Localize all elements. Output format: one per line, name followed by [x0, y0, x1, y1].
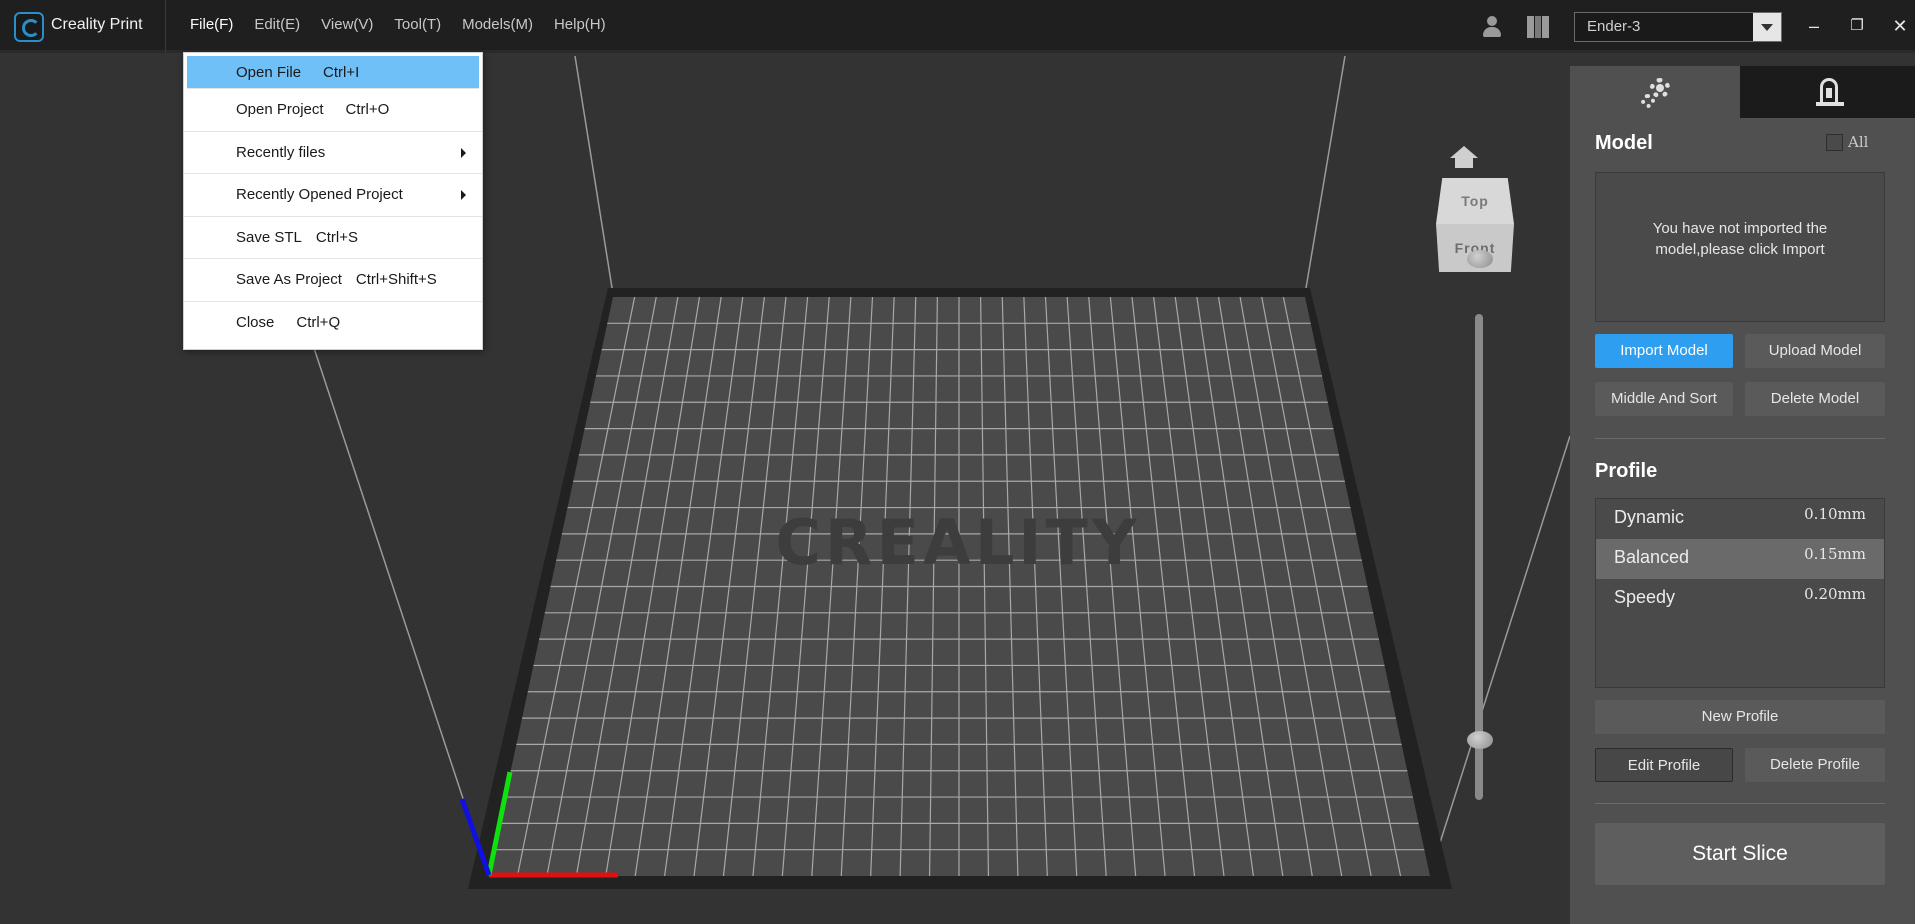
empty-model-message-line2: model,please click Import	[1655, 241, 1825, 258]
menu-item-shortcut: Ctrl+S	[315, 228, 358, 246]
tab-settings[interactable]	[1570, 66, 1740, 118]
creality-logo-icon	[14, 12, 44, 42]
volume-edge-back-left	[574, 56, 614, 295]
gear-icon	[1640, 76, 1674, 110]
menu-item-recently-opened-project[interactable]: Recently Opened Project	[184, 174, 482, 217]
menu-item-label: Open File	[236, 64, 302, 81]
right-panel: Model All You have not imported the mode…	[1570, 66, 1915, 924]
profile-list: Dynamic 0.10mm Balanced 0.15mm Speedy 0.…	[1595, 498, 1885, 688]
menu-item-label: Save As Project	[236, 271, 342, 288]
tab-printer[interactable]	[1740, 66, 1915, 118]
profile-name: Speedy	[1614, 587, 1676, 607]
profile-name: Dynamic	[1614, 507, 1685, 527]
home-view-icon[interactable]	[1450, 146, 1478, 170]
menu-item-save-as-project[interactable]: Save As Project Ctrl+Shift+S	[184, 259, 482, 302]
minimize-button[interactable]: –	[1802, 14, 1826, 38]
user-icon[interactable]	[1481, 16, 1503, 38]
map-icon[interactable]	[1527, 16, 1550, 38]
menu-item-open-file[interactable]: Open File Ctrl+I	[187, 56, 479, 89]
menu-edit[interactable]: Edit(E)	[254, 16, 300, 33]
layer-slider-track[interactable]	[1475, 314, 1483, 800]
select-all-label: All	[1848, 133, 1869, 151]
menu-tool[interactable]: Tool(T)	[394, 16, 441, 33]
menu-item-label: Recently files	[236, 143, 326, 161]
layer-slider-bottom-handle[interactable]	[1467, 731, 1493, 749]
printer-select[interactable]: Ender-3	[1574, 12, 1782, 42]
new-profile-button[interactable]: New Profile	[1595, 700, 1885, 734]
file-menu-dropdown: Open File Ctrl+I Open Project Ctrl+O Recen…	[183, 52, 483, 350]
menu-view[interactable]: View(V)	[321, 16, 373, 33]
volume-edge-front-left	[309, 335, 489, 875]
volume-edge-back-right	[1304, 56, 1346, 295]
edit-profile-button[interactable]: Edit Profile	[1595, 748, 1733, 782]
submenu-arrow-icon	[461, 190, 466, 200]
menu-item-recently-files[interactable]: Recently files	[184, 132, 482, 174]
bed-watermark: CREALITY	[775, 506, 1140, 579]
empty-model-message-line1: You have not imported the	[1652, 220, 1828, 237]
menu-item-shortcut: Ctrl+I	[323, 64, 360, 81]
panel-divider	[1595, 803, 1885, 804]
profile-layer-height: 0.20mm	[1804, 585, 1866, 603]
profile-name: Balanced	[1614, 547, 1690, 567]
profile-item-balanced[interactable]: Balanced 0.15mm	[1596, 539, 1884, 579]
menu-models[interactable]: Models(M)	[462, 16, 533, 33]
delete-profile-button[interactable]: Delete Profile	[1745, 748, 1885, 782]
menu-file[interactable]: File(F)	[190, 16, 233, 33]
menu-item-label: Save STL	[236, 228, 302, 246]
submenu-arrow-icon	[461, 147, 466, 158]
import-model-button[interactable]: Import Model	[1595, 334, 1733, 368]
menu-item-save-stl[interactable]: Save STL Ctrl+S	[184, 217, 482, 259]
title-separator	[165, 0, 166, 53]
model-section-title: Model	[1595, 132, 1653, 154]
middle-and-sort-button[interactable]: Middle And Sort	[1595, 382, 1733, 416]
model-list: You have not imported the model,please c…	[1595, 172, 1885, 322]
menu-item-close[interactable]: Close Ctrl+Q	[184, 302, 482, 345]
profile-item-speedy[interactable]: Speedy 0.20mm	[1596, 579, 1884, 619]
menu-item-label: Close	[236, 313, 275, 331]
menu-item-shortcut: Ctrl+Q	[296, 313, 341, 331]
menu-item-shortcut: Ctrl+Shift+S	[355, 271, 437, 288]
menu-item-open-project[interactable]: Open Project Ctrl+O	[184, 89, 482, 132]
printer-select-value: Ender-3	[1587, 18, 1641, 35]
app-window: Creality Print File(F) Edit(E) View(V) T…	[0, 0, 1915, 924]
delete-model-button[interactable]: Delete Model	[1745, 382, 1885, 416]
panel-divider	[1595, 438, 1885, 439]
printer-icon	[1816, 78, 1844, 106]
select-all-checkbox[interactable]	[1826, 134, 1843, 151]
menu-item-label: Open Project	[236, 101, 324, 118]
profile-layer-height: 0.10mm	[1804, 505, 1866, 523]
profile-section-title: Profile	[1595, 460, 1658, 482]
view-cube-top[interactable]: Top	[1436, 178, 1514, 224]
chevron-down-icon[interactable]	[1753, 13, 1781, 41]
close-window-button[interactable]: ✕	[1888, 14, 1912, 38]
upload-model-button[interactable]: Upload Model	[1745, 334, 1885, 368]
start-slice-button[interactable]: Start Slice	[1595, 823, 1885, 885]
layer-slider-top-handle[interactable]	[1467, 250, 1493, 268]
panel-tabs	[1570, 66, 1915, 118]
menu-bar: File(F) Edit(E) View(V) Tool(T) Models(M…	[190, 16, 627, 33]
app-title: Creality Print	[51, 16, 143, 33]
volume-edge-front-right	[1429, 435, 1570, 875]
profile-layer-height: 0.15mm	[1804, 545, 1866, 563]
menu-item-shortcut: Ctrl+O	[345, 101, 390, 118]
profile-item-dynamic[interactable]: Dynamic 0.10mm	[1596, 499, 1884, 539]
menu-item-label: Recently Opened Project	[236, 186, 403, 203]
restore-button[interactable]: ❐	[1845, 14, 1869, 38]
title-bar: Creality Print File(F) Edit(E) View(V) T…	[0, 0, 1915, 53]
menu-help[interactable]: Help(H)	[554, 16, 606, 33]
